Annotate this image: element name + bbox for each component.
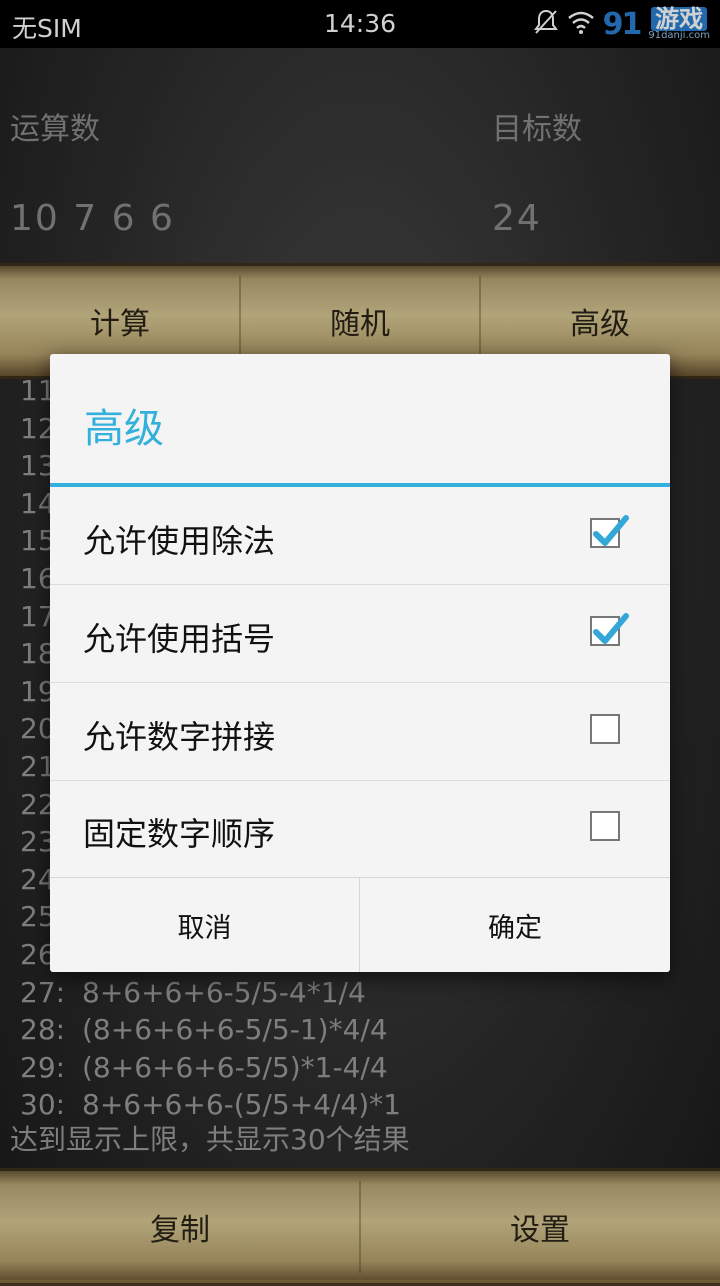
dialog-option[interactable]: 固定数字顺序: [50, 780, 670, 879]
option-checkbox[interactable]: [590, 612, 629, 646]
option-label: 固定数字顺序: [83, 815, 276, 854]
dialog-option[interactable]: 允许数字拼接: [50, 683, 670, 781]
option-label: 允许使用括号: [83, 619, 276, 658]
option-label: 允许使用除法: [83, 522, 276, 560]
cancel-button[interactable]: 取消: [50, 878, 359, 972]
advanced-dialog: 高级 允许使用除法 允许使用括号 允许数字拼接 固定数字顺序 取消 确定: [50, 354, 670, 972]
checkmark-icon: [593, 515, 629, 546]
ok-button[interactable]: 确定: [360, 878, 670, 972]
option-checkbox[interactable]: [590, 515, 629, 548]
dialog-option[interactable]: 允许使用括号: [50, 585, 670, 683]
dialog-option[interactable]: 允许使用除法: [50, 487, 670, 585]
option-label: 允许数字拼接: [83, 717, 276, 756]
option-checkbox[interactable]: [590, 713, 620, 744]
checkmark-icon: [593, 612, 629, 644]
option-checkbox[interactable]: [590, 811, 620, 842]
dialog-title: 高级: [84, 406, 164, 452]
